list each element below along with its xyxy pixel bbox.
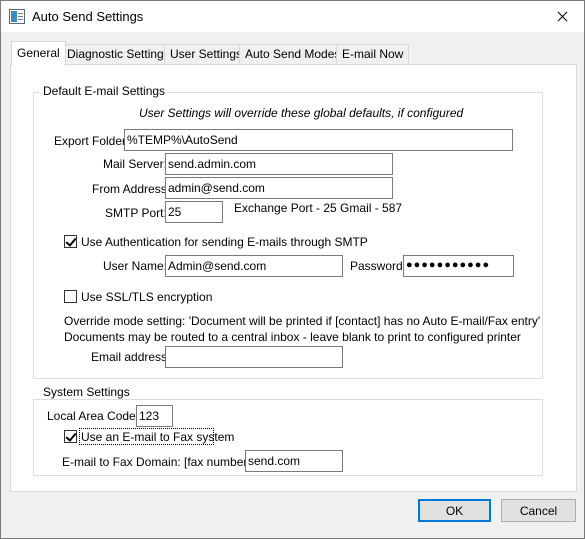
email-address-label: Email address: (91, 350, 171, 364)
use-authentication-checkbox[interactable] (64, 235, 77, 248)
tab-user-settings[interactable]: User Settings (164, 44, 249, 65)
documents-routing-text: Documents may be routed to a central inb… (64, 330, 521, 344)
tab-diagnostic-settings[interactable]: Diagnostic Settings (61, 44, 176, 65)
user-name-field[interactable]: Admin@send.com (165, 255, 343, 277)
window-title: Auto Send Settings (32, 9, 144, 24)
system-settings-group-label: System Settings (41, 385, 132, 399)
user-name-label: User Name: (103, 259, 168, 273)
local-area-code-label: Local Area Code: (47, 409, 140, 423)
password-label: Password: (350, 259, 407, 273)
ok-button[interactable]: OK (418, 499, 491, 522)
default-email-group-label: Default E-mail Settings (41, 84, 168, 98)
tab-email-now[interactable]: E-mail Now (336, 44, 410, 65)
settings-window: Auto Send Settings General Diagnostic Se… (0, 0, 585, 539)
use-authentication-label[interactable]: Use Authentication for sending E-mails t… (81, 235, 368, 249)
close-icon[interactable] (547, 5, 577, 29)
fax-domain-label: E-mail to Fax Domain: (62, 455, 181, 469)
cancel-button[interactable]: Cancel (501, 499, 576, 522)
tab-general[interactable]: General (11, 41, 66, 66)
smtp-port-field[interactable]: 25 (165, 201, 223, 223)
from-address-field[interactable]: admin@send.com (165, 177, 393, 199)
focus-indicator (79, 428, 214, 445)
mail-server-field[interactable]: send.admin.com (165, 153, 393, 175)
password-field[interactable]: ●●●●●●●●●●● (403, 255, 514, 277)
app-icon (9, 9, 25, 24)
export-folder-label: Export Folder: (54, 134, 130, 148)
mail-server-label: Mail Server: (103, 157, 168, 171)
override-note: User Settings will override these global… (139, 106, 464, 120)
use-ssl-checkbox[interactable] (64, 290, 77, 303)
title-bar: Auto Send Settings (1, 1, 584, 32)
use-ssl-label[interactable]: Use SSL/TLS encryption (81, 290, 212, 304)
email-to-fax-checkbox[interactable] (64, 430, 77, 443)
smtp-port-label: SMTP Port: (105, 206, 167, 220)
email-address-field[interactable] (165, 346, 343, 368)
smtp-port-hint: Exchange Port - 25 Gmail - 587 (234, 201, 403, 215)
general-tab-panel: Default E-mail Settings User Settings wi… (10, 64, 577, 492)
tab-auto-send-modes[interactable]: Auto Send Modes (239, 44, 347, 65)
override-mode-text: Override mode setting: 'Document will be… (64, 314, 541, 328)
export-folder-field[interactable]: %TEMP%\AutoSend (124, 129, 513, 151)
fax-domain-field[interactable]: send.com (245, 450, 343, 472)
local-area-code-field[interactable]: 123 (136, 405, 173, 427)
from-address-label: From Address: (92, 182, 171, 196)
